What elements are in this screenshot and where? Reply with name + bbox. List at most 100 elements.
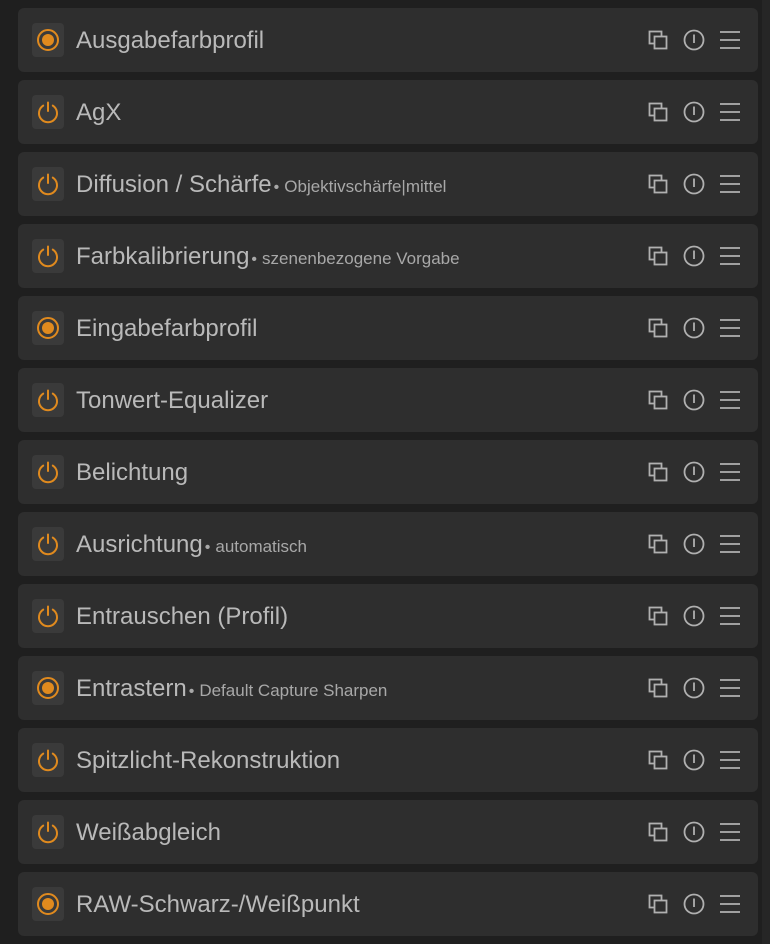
power-button[interactable] — [32, 599, 64, 633]
module-row[interactable]: Ausrichtung • automatisch — [18, 512, 758, 576]
module-header[interactable]: Tonwert-Equalizer — [76, 368, 268, 432]
multi-instance-button[interactable] — [646, 388, 670, 412]
multi-instance-icon — [648, 750, 668, 770]
power-button[interactable] — [32, 527, 64, 561]
reset-button[interactable] — [682, 172, 706, 196]
module-row[interactable]: Eingabefarbprofil — [18, 296, 758, 360]
module-header[interactable]: Spitzlicht-Rekonstruktion — [76, 728, 340, 792]
module-row[interactable]: RAW-Schwarz-/Weißpunkt — [18, 872, 758, 936]
module-name: Spitzlicht-Rekonstruktion — [76, 747, 341, 774]
presets-button[interactable] — [718, 244, 742, 268]
reset-button[interactable] — [682, 28, 706, 52]
power-button[interactable] — [32, 815, 64, 849]
module-header[interactable]: Ausrichtung • automatisch — [76, 512, 307, 576]
presets-button[interactable] — [718, 892, 742, 916]
reset-button[interactable] — [682, 316, 706, 340]
module-row[interactable]: Belichtung — [18, 440, 758, 504]
module-preset-label: Default Capture Sharpen — [199, 681, 388, 700]
module-row[interactable]: Weißabgleich — [18, 800, 758, 864]
presets-button[interactable] — [718, 100, 742, 124]
power-button[interactable] — [32, 455, 64, 489]
module-header[interactable]: Entrastern • Default Capture Sharpen — [76, 656, 387, 720]
module-row[interactable]: Entrauschen (Profil) — [18, 584, 758, 648]
multi-instance-button[interactable] — [646, 460, 670, 484]
presets-button[interactable] — [718, 604, 742, 628]
reset-button[interactable] — [682, 604, 706, 628]
power-button[interactable] — [32, 887, 64, 921]
scrollbar[interactable] — [762, 0, 770, 944]
presets-button[interactable] — [718, 820, 742, 844]
multi-instance-button[interactable] — [646, 604, 670, 628]
module-header[interactable]: Weißabgleich — [76, 800, 221, 864]
module-row[interactable]: Entrastern • Default Capture Sharpen — [18, 656, 758, 720]
power-button[interactable] — [32, 95, 64, 129]
power-button[interactable] — [32, 23, 64, 57]
reset-button[interactable] — [682, 388, 706, 412]
multi-instance-button[interactable] — [646, 100, 670, 124]
reset-button[interactable] — [682, 532, 706, 556]
reset-button[interactable] — [682, 748, 706, 772]
module-name: Tonwert-Equalizer — [76, 387, 269, 414]
module-actions — [646, 818, 742, 846]
module-row[interactable]: Tonwert-Equalizer — [18, 368, 758, 432]
reset-button[interactable] — [682, 820, 706, 844]
module-header[interactable]: Ausgabefarbprofil — [76, 8, 264, 72]
presets-button[interactable] — [718, 172, 742, 196]
presets-button[interactable] — [718, 748, 742, 772]
presets-button[interactable] — [718, 388, 742, 412]
presets-button[interactable] — [718, 316, 742, 340]
presets-button[interactable] — [718, 676, 742, 700]
module-preset-label: szenenbezogene Vorgabe — [262, 249, 460, 268]
presets-menu-icon — [720, 535, 740, 553]
power-button[interactable] — [32, 743, 64, 777]
presets-button[interactable] — [718, 28, 742, 52]
module-row[interactable]: Diffusion / Schärfe • Objektivschärfe|mitt… — [18, 152, 758, 216]
module-row[interactable]: Farbkalibrierung • szenenbezogene Vorgabe — [18, 224, 758, 288]
reset-button[interactable] — [682, 892, 706, 916]
power-icon — [38, 533, 58, 556]
reset-button[interactable] — [682, 100, 706, 124]
power-button[interactable] — [32, 671, 64, 705]
module-row[interactable]: AgX — [18, 80, 758, 144]
module-header[interactable]: AgX — [76, 80, 121, 144]
power-button[interactable] — [32, 311, 64, 345]
reset-button[interactable] — [682, 460, 706, 484]
power-button[interactable] — [32, 167, 64, 201]
presets-menu-icon — [720, 391, 740, 409]
reset-button[interactable] — [682, 244, 706, 268]
multi-instance-icon — [648, 246, 668, 266]
presets-button[interactable] — [718, 532, 742, 556]
module-header[interactable]: Entrauschen (Profil) — [76, 584, 288, 648]
module-header[interactable]: Diffusion / Schärfe • Objektivschärfe|mitt… — [76, 152, 446, 216]
multi-instance-button[interactable] — [646, 316, 670, 340]
module-row[interactable]: Spitzlicht-Rekonstruktion — [18, 728, 758, 792]
presets-menu-icon — [720, 823, 740, 841]
module-header[interactable]: Farbkalibrierung • szenenbezogene Vorgabe — [76, 224, 460, 288]
presets-button[interactable] — [718, 460, 742, 484]
preset-separator: • — [251, 251, 258, 268]
multi-instance-icon — [648, 462, 668, 482]
power-icon — [38, 389, 58, 412]
multi-instance-button[interactable] — [646, 820, 670, 844]
multi-instance-button[interactable] — [646, 172, 670, 196]
multi-instance-button[interactable] — [646, 28, 670, 52]
module-name: Ausrichtung — [76, 531, 203, 558]
multi-instance-button[interactable] — [646, 748, 670, 772]
power-icon — [38, 173, 58, 196]
multi-instance-button[interactable] — [646, 244, 670, 268]
multi-instance-icon — [648, 318, 668, 338]
module-header[interactable]: RAW-Schwarz-/Weißpunkt — [76, 872, 360, 936]
power-button[interactable] — [32, 239, 64, 273]
module-header[interactable]: Eingabefarbprofil — [76, 296, 257, 360]
presets-menu-icon — [720, 607, 740, 625]
module-header[interactable]: Belichtung — [76, 440, 188, 504]
power-button[interactable] — [32, 383, 64, 417]
multi-instance-button[interactable] — [646, 676, 670, 700]
module-actions — [646, 386, 742, 414]
reset-button[interactable] — [682, 676, 706, 700]
multi-instance-button[interactable] — [646, 892, 670, 916]
presets-menu-icon — [720, 751, 740, 769]
module-row[interactable]: Ausgabefarbprofil — [18, 8, 758, 72]
multi-instance-button[interactable] — [646, 532, 670, 556]
module-actions — [646, 674, 742, 702]
